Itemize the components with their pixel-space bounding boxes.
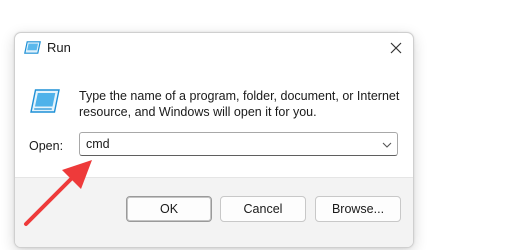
window-title: Run xyxy=(47,40,71,55)
open-input[interactable]: cmd xyxy=(86,137,110,151)
browse-button[interactable]: Browse... xyxy=(315,196,401,222)
cancel-button[interactable]: Cancel xyxy=(220,196,306,222)
close-button[interactable] xyxy=(379,33,413,63)
annotation-arrow-icon xyxy=(24,160,92,226)
dropdown-button[interactable] xyxy=(381,138,393,150)
run-icon xyxy=(30,89,60,113)
chevron-down-icon xyxy=(382,142,392,148)
dialog-description: Type the name of a program, folder, docu… xyxy=(79,89,400,119)
run-icon xyxy=(24,41,41,54)
open-combobox[interactable]: cmd xyxy=(79,132,398,156)
close-icon xyxy=(390,42,402,54)
title-bar[interactable]: Run xyxy=(15,33,413,63)
ok-button[interactable]: OK xyxy=(126,196,212,222)
